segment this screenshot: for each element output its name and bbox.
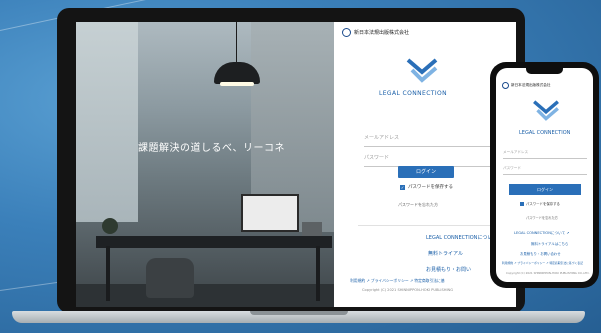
laptop-notch [250, 311, 348, 315]
phone-remember-password[interactable]: パスワードを保存する [520, 201, 560, 206]
hero-tagline: 課題解決の道しるべ、リーコネ [138, 143, 285, 154]
phone-notch [526, 68, 563, 74]
phone-company-name: 新日本法規出版株式会社 [511, 83, 551, 87]
phone-footer-links[interactable]: 利用規約 ↗ プライバシーポリシー ↗ 特定商取引法に基づく表記 [502, 261, 583, 265]
desktop-monitor [241, 194, 299, 232]
phone-email-field[interactable]: メールアドレス [503, 150, 587, 159]
free-trial-link[interactable]: 無料トライアル [428, 250, 463, 257]
checkbox-checked-icon[interactable]: ✓ [400, 184, 405, 190]
books [302, 222, 322, 236]
desk-leg [316, 246, 320, 301]
estimate-link[interactable]: お見積もり・お問い [426, 266, 471, 273]
plant [102, 218, 118, 234]
footer-links[interactable]: 利用規約 ↗ プライバシーポリシー ↗ 特定商取引法に基 [350, 278, 445, 284]
office-chair [146, 258, 194, 298]
copyright: Copyright (C) 2021 SHINNIPPON-HOKI PUBLI… [362, 288, 454, 292]
phone-about-link[interactable]: LEGAL CONNECTIONについて ↗ [514, 231, 569, 236]
phone-brand-name: LEGAL CONNECTION [519, 130, 571, 136]
forgot-password-link[interactable]: パスワードを忘れた方 [398, 202, 438, 208]
remember-label: パスワードを保存する [408, 185, 453, 190]
phone-company-header: 新日本法規出版株式会社 [502, 82, 551, 89]
phone-screen: 新日本法規出版株式会社 LEGAL CONNECTION メールアドレス パスワ… [496, 68, 593, 282]
phone-password-field[interactable]: パスワード [503, 166, 587, 175]
phone-free-trial-link[interactable]: 無料トライアルはこちら [531, 241, 568, 246]
phone-copyright: Copyright (C) 2021 SHINNIPPON-HOKI PUBLI… [506, 271, 590, 275]
laptop-screen: 課題解決の道しるべ、リーコネ 新日本法規出版株式会社 LEGAL CONNECT… [76, 22, 516, 307]
office-floor [76, 284, 334, 307]
desk-leg [106, 246, 110, 301]
brand-name: LEGAL CONNECTION [379, 90, 448, 97]
office-desk [96, 236, 332, 248]
company-logo-icon [502, 82, 509, 89]
legal-connection-logo-icon [406, 58, 438, 83]
login-button[interactable]: ログイン [398, 166, 454, 178]
office-photo: 課題解決の道しるべ、リーコネ [76, 22, 334, 307]
lamp-cord [236, 22, 237, 62]
about-link[interactable]: LEGAL CONNECTIONについて [426, 234, 497, 241]
phone-forgot-password-link[interactable]: パスワードを忘れた方 [526, 215, 558, 220]
phone-login-button[interactable]: ログイン [509, 184, 581, 195]
company-header: 新日本法規出版株式会社 [342, 28, 409, 37]
company-logo-icon [342, 28, 351, 37]
company-name: 新日本法規出版株式会社 [354, 30, 410, 36]
remember-password[interactable]: ✓ パスワードを保存する [400, 184, 453, 190]
phone-remember-label: パスワードを保存する [526, 202, 560, 206]
login-panel: 新日本法規出版株式会社 LEGAL CONNECTION メールアドレス パスワ… [334, 22, 516, 307]
office-wall-left [76, 22, 138, 222]
lamp-glow [220, 82, 254, 86]
phone-estimate-link[interactable]: お見積もり・お問い合わせ [520, 251, 561, 256]
checkbox-checked-icon[interactable] [520, 201, 524, 206]
phone-legal-connection-logo-icon [533, 100, 559, 121]
